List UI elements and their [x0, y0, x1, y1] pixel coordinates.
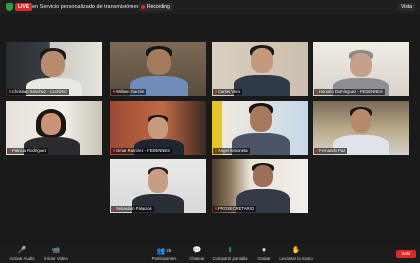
muted-mic-icon [215, 90, 217, 94]
video-tile[interactable]: Angel Simoneta [212, 101, 308, 155]
participant-name: Angel Simoneta [213, 148, 250, 154]
muted-mic-icon [215, 207, 217, 211]
participant-name: Sebastián Palacios [111, 206, 154, 212]
leave-button[interactable]: Salir [396, 250, 416, 258]
muted-mic-icon [316, 149, 318, 153]
video-tile[interactable]: Sebastián Palacios [110, 159, 206, 213]
shield-icon[interactable] [6, 3, 13, 11]
muted-mic-icon [316, 90, 318, 94]
video-tile[interactable]: Carlos Vera [212, 42, 308, 96]
participants-icon: 👥25 [156, 248, 172, 255]
meeting-top-bar: LIVE en Servicio personalizado de transm… [0, 0, 420, 14]
chat-bubble-icon: 💬 [192, 247, 202, 254]
video-tile[interactable]: Omar Ramírez - FEDENNES [110, 101, 206, 155]
participant-name: Christian Sánchez - CLODEC [7, 89, 70, 95]
video-tile[interactable]: Christian Sánchez - CLODEC [6, 42, 102, 96]
raise-hand-icon: ✋ [291, 247, 301, 254]
muted-mic-icon [9, 149, 11, 153]
participant-name: Fernando Paz [314, 148, 348, 154]
participant-name: Carlos Vera [213, 89, 242, 95]
video-tile[interactable]: William Garzón [110, 42, 206, 96]
record-dot-icon [141, 5, 145, 9]
participant-name: Honorio Domínguez - FEDENNES [314, 89, 385, 95]
participants-count: 25 [166, 248, 172, 253]
participant-name: Patricia Rodríguez [7, 148, 49, 154]
muted-mic-icon [215, 149, 217, 153]
muted-mic-icon [9, 90, 11, 94]
share-screen-icon: ⬆ [227, 247, 233, 254]
video-tile[interactable]: Patricia Rodríguez [6, 101, 102, 155]
raise-hand-button[interactable]: ✋ Levantar la mano [274, 246, 318, 262]
chevron-down-icon[interactable]: ▾ [131, 3, 134, 11]
video-tile[interactable]: Honorio Domínguez - FEDENNES [313, 42, 409, 96]
video-tile[interactable]: Fernando Paz [313, 101, 409, 155]
meeting-toolbar: 🎤 Activar Audio 📹 Iniciar Video 👥25 Part… [0, 244, 420, 263]
participant-name: PROSECRETARIO [213, 206, 256, 212]
video-tile[interactable]: PROSECRETARIO [212, 159, 308, 213]
muted-microphone-icon: 🎤 [17, 247, 27, 254]
record-icon: ⏺ [262, 247, 266, 254]
participant-name: Omar Ramírez - FEDENNES [111, 148, 172, 154]
participant-name: William Garzón [111, 89, 147, 95]
start-video-button[interactable]: 📹 Iniciar Video [34, 246, 78, 262]
muted-mic-icon [113, 149, 115, 153]
recording-label: Recording [147, 4, 170, 10]
live-badge[interactable]: LIVE [15, 3, 33, 11]
muted-mic-icon [113, 90, 115, 94]
muted-mic-icon [113, 207, 115, 211]
view-button[interactable]: Vista [398, 3, 416, 11]
video-camera-off-icon: 📹 [51, 247, 61, 254]
recording-indicator[interactable]: Recording [138, 3, 173, 11]
